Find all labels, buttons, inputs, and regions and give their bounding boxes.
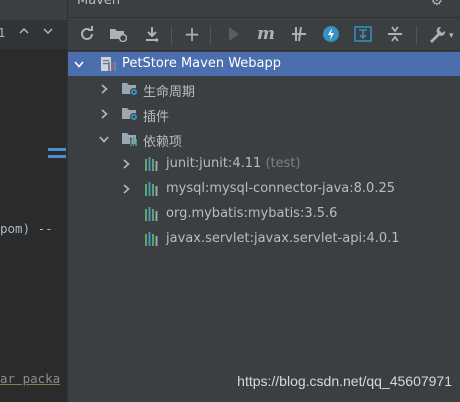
chevron-down-icon[interactable] (98, 133, 110, 145)
more-icon[interactable]: ▾ (449, 31, 454, 41)
plugins-folder-icon (121, 106, 139, 122)
maven-project-icon (99, 56, 117, 72)
tree-node-label: org.mybatis:mybatis:3.5.6 (166, 206, 338, 221)
code-fragment: ar packa (0, 371, 61, 386)
editor-navigation-bar: 1 (0, 20, 67, 49)
tool-window-header: Maven ⚙ (68, 0, 460, 18)
chevron-right-icon[interactable] (120, 183, 132, 195)
execute-goal-icon[interactable]: m (254, 23, 278, 45)
dependency-scope: (test) (265, 156, 301, 171)
gear-icon[interactable]: ⚙ (430, 0, 443, 9)
collapse-all-icon[interactable] (383, 23, 407, 45)
tool-window-title: Maven (77, 0, 121, 8)
chevron-down-icon[interactable] (42, 25, 54, 40)
code-fragment: pom) -- (0, 221, 53, 236)
tree-node-label: PetStore Maven Webapp (122, 56, 282, 71)
tree-node-project[interactable]: PetStore Maven Webapp (68, 52, 460, 76)
tree-node-label: 生命周期 (143, 85, 196, 100)
library-icon (144, 181, 162, 197)
wrench-icon[interactable] (425, 23, 449, 45)
chevron-right-icon[interactable] (98, 108, 110, 120)
offline-icon[interactable] (319, 23, 343, 45)
tree-node-dependency[interactable]: org.mybatis:mybatis:3.5.6 (68, 202, 460, 226)
tree-node-label: junit:junit:4.11 (test) (166, 156, 301, 171)
maven-project-tree: PetStore Maven Webapp 生命周期 插件 依赖项 junit:… (68, 51, 460, 402)
add-icon[interactable]: + (180, 23, 204, 45)
tree-node-dependency[interactable]: mysql:mysql-connector-java:8.0.25 (68, 177, 460, 201)
tree-node-dependencies[interactable]: 依赖项 (68, 127, 460, 151)
reload-icon[interactable] (75, 23, 99, 45)
show-dependencies-icon[interactable] (351, 23, 375, 45)
folder-refresh-icon[interactable] (106, 23, 130, 45)
skip-tests-icon[interactable] (287, 23, 311, 45)
download-icon[interactable] (140, 23, 164, 45)
tree-node-lifecycle[interactable]: 生命周期 (68, 77, 460, 101)
maven-sync-marker-icon[interactable] (48, 148, 66, 159)
library-icon (144, 206, 162, 222)
tree-node-label: javax.servlet:javax.servlet-api:4.0.1 (166, 231, 400, 246)
dependencies-folder-icon (121, 131, 139, 147)
chevron-down-icon[interactable] (73, 58, 85, 70)
library-icon (144, 231, 162, 247)
tree-node-plugins[interactable]: 插件 (68, 102, 460, 126)
chevron-right-icon[interactable] (120, 158, 132, 170)
tree-node-label: 插件 (143, 110, 170, 125)
line-number: 1 (0, 26, 6, 40)
watermark: https://blog.csdn.net/qq_45607971 (237, 373, 452, 389)
editor-header (0, 0, 67, 20)
tree-node-dependency[interactable]: javax.servlet:javax.servlet-api:4.0.1 (68, 227, 460, 251)
run-icon[interactable] (222, 23, 246, 45)
chevron-up-icon[interactable] (18, 25, 30, 40)
lifecycle-folder-icon (121, 81, 139, 97)
maven-tool-window: Maven ⚙ + m ▾ PetStore Maven Webapp 生命周期… (67, 0, 460, 402)
tree-node-label: mysql:mysql-connector-java:8.0.25 (166, 181, 396, 196)
code-editor[interactable]: 1 pom) -- ar packa (0, 0, 67, 402)
library-icon (144, 156, 162, 172)
maven-toolbar: + m ▾ (68, 18, 460, 51)
chevron-right-icon[interactable] (98, 83, 110, 95)
tree-node-dependency[interactable]: junit:junit:4.11 (test) (68, 152, 460, 176)
tree-node-label: 依赖项 (143, 135, 183, 150)
